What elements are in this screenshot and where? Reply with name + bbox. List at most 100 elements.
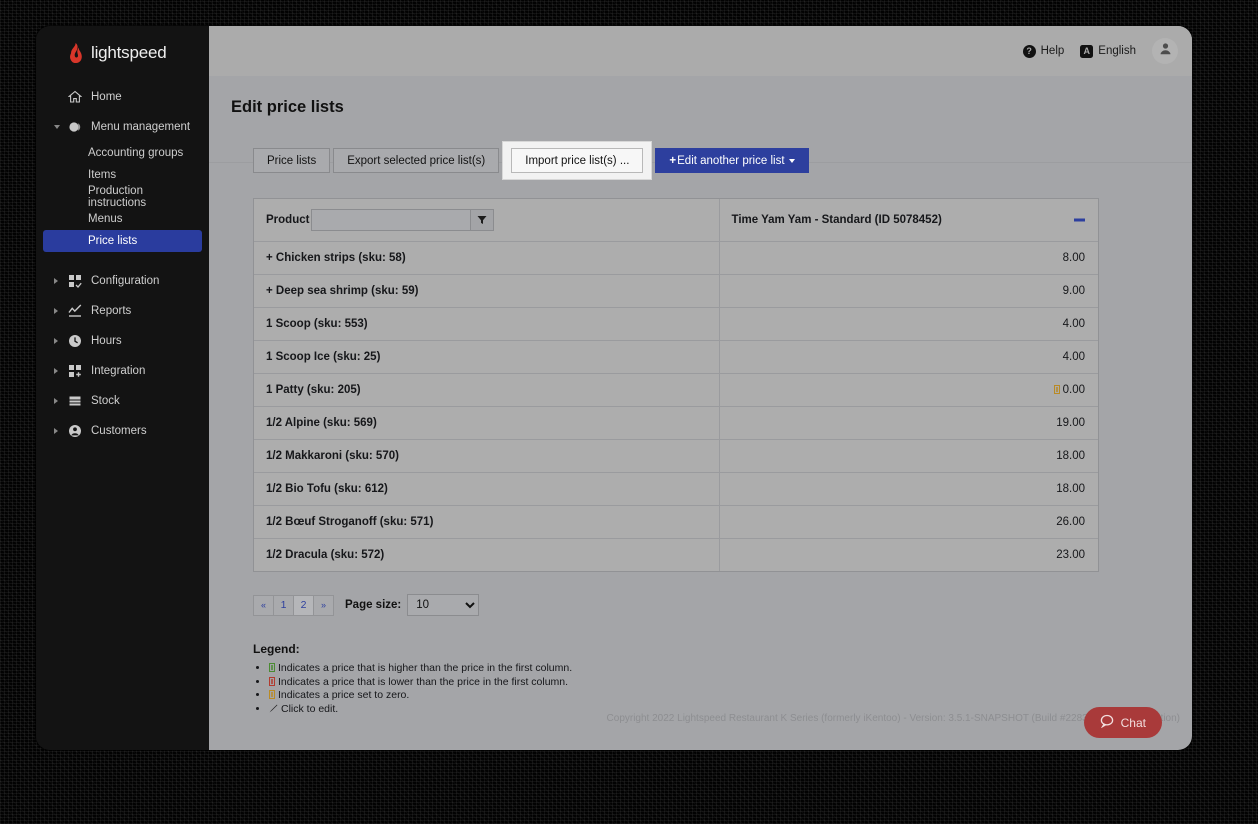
product-name-cell: 1/2 Bio Tofu (sku: 612) xyxy=(254,472,720,506)
legend-text: Indicates a price that is higher than th… xyxy=(278,662,573,674)
pagination-page-1[interactable]: 1 xyxy=(273,594,294,616)
sidebar-item-home[interactable]: Home xyxy=(36,82,209,112)
pencil-edit-icon xyxy=(269,704,278,718)
price-cell[interactable]: 23.00 xyxy=(719,539,1098,572)
main-content: ? Help A English Edit price lists Price … xyxy=(209,26,1192,750)
pagination-last-button[interactable]: » xyxy=(313,594,334,616)
price-cell[interactable]: 4.00 xyxy=(719,340,1098,374)
sidebar-item-hours[interactable]: Hours xyxy=(36,326,209,356)
application-window: lightspeed Home Menu management Accounti… xyxy=(36,26,1192,750)
table-row[interactable]: 1 Scoop (sku: 553) 4.00 xyxy=(254,307,1098,341)
chevron-right-icon xyxy=(54,308,58,314)
table-body: + Chicken strips (sku: 58) 8.00 + Deep s… xyxy=(254,241,1098,572)
page-title: Edit price lists xyxy=(231,98,344,116)
price-value: 19.00 xyxy=(1056,417,1085,429)
sidebar-item-label: Production instructions xyxy=(88,185,147,209)
sidebar-item-customers[interactable]: Customers xyxy=(36,416,209,446)
sidebar-item-menus[interactable]: Menus xyxy=(43,208,202,230)
zero-price-marker-icon xyxy=(1053,385,1060,394)
funnel-filter-icon[interactable] xyxy=(471,209,495,231)
chat-widget-button[interactable]: Chat xyxy=(1083,707,1162,738)
price-cell[interactable]: 18.00 xyxy=(719,472,1098,506)
price-cell[interactable]: 0.00 xyxy=(719,373,1098,407)
minus-collapse-icon[interactable] xyxy=(1074,218,1085,222)
table-head: Product Time Yam Yam - Standard (ID 5078… xyxy=(254,199,1098,242)
brand-logo[interactable]: lightspeed xyxy=(36,26,209,80)
sidebar-item-label: Customers xyxy=(91,425,147,437)
price-value: 9.00 xyxy=(1062,285,1085,297)
flame-logo-icon xyxy=(67,43,84,63)
customers-icon xyxy=(67,424,82,439)
product-column-header: Product xyxy=(254,199,720,242)
export-selected-price-lists-button[interactable]: Export selected price list(s) xyxy=(333,148,500,173)
sidebar-item-label: Accounting groups xyxy=(88,147,184,159)
home-icon xyxy=(67,90,82,105)
price-cell[interactable]: 8.00 xyxy=(719,241,1098,275)
table-row[interactable]: + Deep sea shrimp (sku: 59) 9.00 xyxy=(254,274,1098,308)
integration-icon xyxy=(67,364,82,379)
menu-management-icon xyxy=(67,120,82,135)
higher-price-marker-icon xyxy=(269,663,275,672)
sidebar-item-reports[interactable]: Reports xyxy=(36,296,209,326)
sidebar-item-production-instructions[interactable]: Production instructions xyxy=(43,185,202,209)
table-row[interactable]: 1/2 Alpine (sku: 569) 19.00 xyxy=(254,406,1098,440)
hours-icon xyxy=(67,334,82,349)
legend-text: Indicates a price set to zero. xyxy=(278,689,410,701)
table-row[interactable]: 1/2 Dracula (sku: 572) 23.00 xyxy=(254,538,1098,572)
table-row[interactable]: 1 Patty (sku: 205) 0.00 xyxy=(254,373,1098,407)
sidebar-item-label: Integration xyxy=(91,365,146,377)
sidebar-item-label: Home xyxy=(91,91,122,103)
pagination: « 1 2 » Page size: 10 xyxy=(253,594,1192,616)
edit-another-price-list-button[interactable]: + Edit another price list xyxy=(655,148,809,173)
product-name-cell: 1/2 Alpine (sku: 569) xyxy=(254,406,720,440)
sidebar-item-integration[interactable]: Integration xyxy=(36,356,209,386)
sidebar-item-menu-management[interactable]: Menu management xyxy=(36,112,209,142)
price-lists-button[interactable]: Price lists xyxy=(253,148,331,173)
edit-another-price-list-label: Edit another price list xyxy=(677,154,785,167)
sidebar-item-stock[interactable]: Stock xyxy=(36,386,209,416)
price-column-header: Time Yam Yam - Standard (ID 5078452) xyxy=(719,199,1098,242)
product-name-cell: 1 Patty (sku: 205) xyxy=(254,373,720,407)
product-name-cell: 1/2 Dracula (sku: 572) xyxy=(254,538,720,571)
price-value: 23.00 xyxy=(1056,549,1085,561)
price-cell[interactable]: 4.00 xyxy=(719,307,1098,341)
help-button[interactable]: ? Help xyxy=(1022,44,1065,58)
import-price-lists-button[interactable]: Import price list(s) ... xyxy=(511,148,644,173)
chat-bubble-icon xyxy=(1100,714,1114,731)
table-row[interactable]: 1/2 Bœuf Stroganoff (sku: 571) 26.00 xyxy=(254,505,1098,539)
table-row[interactable]: 1 Scoop Ice (sku: 25) 4.00 xyxy=(254,340,1098,374)
price-cell[interactable]: 18.00 xyxy=(719,439,1098,473)
price-cell[interactable]: 19.00 xyxy=(719,406,1098,440)
product-filter-input[interactable] xyxy=(311,209,472,231)
sidebar-item-configuration[interactable]: Configuration xyxy=(36,266,209,296)
price-column-label: Time Yam Yam - Standard (ID 5078452) xyxy=(731,214,942,226)
user-avatar-button[interactable] xyxy=(1152,38,1178,64)
price-value: 0.00 xyxy=(1062,384,1085,396)
legend-text: Indicates a price that is lower than the… xyxy=(278,675,569,688)
sidebar-item-accounting-groups[interactable]: Accounting groups xyxy=(43,142,202,164)
price-list-table: Product Time Yam Yam - Standard (ID 5078… xyxy=(254,199,1098,571)
reports-icon xyxy=(67,304,82,319)
table-row[interactable]: 1/2 Bio Tofu (sku: 612) 18.00 xyxy=(254,472,1098,506)
table-row[interactable]: + Chicken strips (sku: 58) 8.00 xyxy=(254,241,1098,275)
lower-price-marker-icon xyxy=(269,676,275,686)
sidebar-item-price-lists[interactable]: Price lists xyxy=(43,230,202,252)
configuration-icon xyxy=(67,274,82,289)
price-cell[interactable]: 26.00 xyxy=(719,505,1098,539)
chevron-down-icon xyxy=(788,158,795,163)
chevron-down-icon xyxy=(54,125,60,129)
help-label: Help xyxy=(1040,45,1065,57)
legend-list: Indicates a price that is higher than th… xyxy=(253,662,1192,717)
page-size-select[interactable]: 10 xyxy=(407,594,480,616)
table-row[interactable]: 1/2 Makkaroni (sku: 570) 18.00 xyxy=(254,439,1098,473)
sidebar-item-label: Stock xyxy=(91,395,120,407)
pagination-first-button[interactable]: « xyxy=(253,594,274,616)
zero-price-marker-icon xyxy=(269,690,275,699)
price-cell[interactable]: 9.00 xyxy=(719,274,1098,308)
language-selector[interactable]: A English xyxy=(1080,44,1136,58)
sidebar-nav: Home Menu management Accounting groups I… xyxy=(36,80,209,446)
pagination-page-2[interactable]: 2 xyxy=(293,594,314,616)
price-value: 18.00 xyxy=(1056,450,1085,462)
sidebar-item-items[interactable]: Items xyxy=(43,164,202,186)
